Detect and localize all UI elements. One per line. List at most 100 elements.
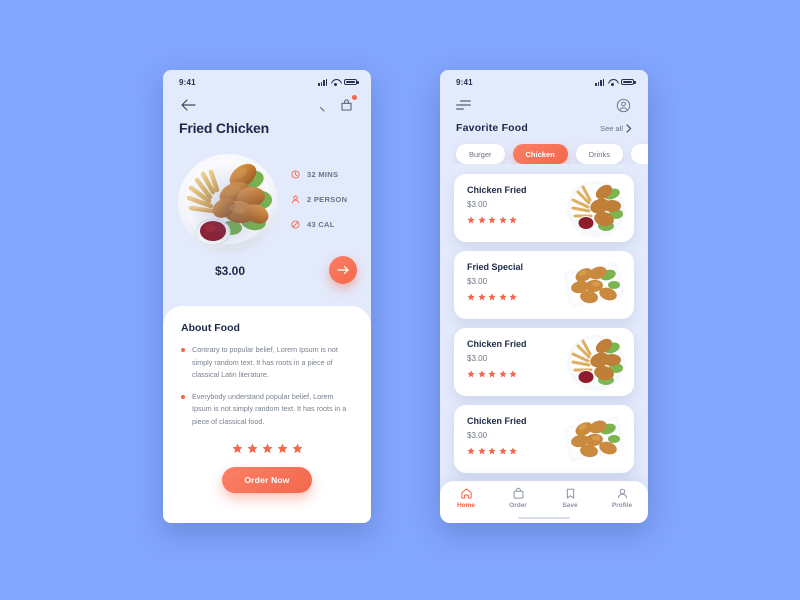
star-icon — [509, 216, 517, 224]
metric-person-label: 2 PERSON — [307, 195, 348, 204]
back-arrow-icon[interactable] — [179, 96, 197, 114]
chip-burger[interactable]: Burger — [456, 144, 505, 164]
nav-label-profile: Profile — [611, 502, 633, 509]
food-card[interactable]: Chicken Fried $3.00 — [454, 328, 634, 396]
star-icon — [232, 443, 242, 453]
star-icon — [247, 443, 257, 453]
wifi-icon — [331, 79, 340, 86]
food-thumbnail — [556, 407, 630, 471]
battery-icon — [621, 78, 636, 86]
page-title: Fried Chicken — [179, 120, 269, 136]
star-icon — [488, 370, 496, 378]
food-card[interactable]: Fried Special $3.00 — [454, 251, 634, 319]
star-icon — [467, 216, 475, 224]
status-time: 9:41 — [456, 77, 473, 87]
nav-label-save: Save — [562, 502, 578, 509]
home-icon — [460, 488, 472, 499]
star-icon — [488, 293, 496, 301]
detail-price-row: $3.00 — [163, 256, 371, 304]
metric-calorie: 43 CAL — [291, 220, 347, 229]
user-circle-icon[interactable] — [614, 96, 632, 114]
category-chips: Burger Chicken Drinks — [440, 134, 648, 164]
star-icon — [509, 293, 517, 301]
phone-detail-screen: 9:41 Fried Chicken 32 MINS 2 PERSON 43 C… — [163, 70, 371, 523]
order-now-button[interactable]: Order Now — [222, 466, 312, 493]
star-icon — [467, 447, 475, 455]
search-icon[interactable] — [309, 96, 327, 114]
nav-label-home: Home — [456, 502, 476, 509]
about-food-card: About Food Contrary to popular belief, L… — [163, 306, 371, 523]
about-bullet-text: Everybody understand popular belief, Lor… — [192, 391, 347, 426]
nav-label-order: Order — [509, 502, 527, 509]
bag-icon — [513, 487, 523, 499]
app-canvas: 9:41 Fried Chicken 32 MINS 2 PERSON 43 C… — [0, 0, 800, 600]
calorie-icon — [291, 220, 300, 229]
star-icon — [509, 370, 517, 378]
status-bar-detail: 9:41 — [163, 70, 371, 90]
about-bullet: Everybody understand popular belief, Lor… — [181, 391, 353, 429]
home-indicator — [518, 516, 570, 519]
food-thumbnail — [556, 330, 630, 394]
about-food-heading: About Food — [181, 322, 240, 334]
nav-item-order[interactable]: Order — [498, 487, 538, 509]
about-bullet-text: Contrary to popular belief, Lorem Ipsum … — [192, 345, 338, 380]
nav-item-profile[interactable]: Profile — [602, 487, 642, 509]
bullet-dot-icon — [181, 394, 185, 399]
food-thumbnail — [556, 176, 630, 240]
detail-hero: 32 MINS 2 PERSON 43 CAL — [163, 142, 371, 260]
food-metrics: 32 MINS 2 PERSON 43 CAL — [291, 170, 347, 229]
metric-person: 2 PERSON — [291, 195, 347, 204]
rating-stars — [181, 443, 353, 454]
list-navbar — [440, 90, 648, 114]
detail-navbar-actions — [309, 95, 357, 114]
plate-shadow — [181, 160, 277, 252]
star-icon — [488, 447, 496, 455]
star-icon — [277, 443, 287, 453]
star-icon — [498, 216, 507, 224]
section-title: Favorite Food — [456, 122, 529, 134]
star-icon — [477, 447, 486, 455]
star-icon — [467, 293, 475, 301]
metric-time: 32 MINS — [291, 170, 347, 179]
about-bullet: Contrary to popular belief, Lorem Ipsum … — [181, 344, 353, 382]
see-all-link[interactable]: See all — [600, 124, 632, 133]
star-icon — [262, 443, 272, 453]
detail-navbar — [163, 90, 371, 114]
star-icon — [292, 443, 302, 453]
signal-icon — [595, 78, 604, 86]
food-card[interactable]: Chicken Fried $3.00 — [454, 405, 634, 473]
next-button[interactable] — [329, 256, 357, 284]
star-icon — [467, 370, 475, 378]
shopping-bag-icon[interactable] — [337, 95, 357, 114]
chip-drinks[interactable]: Drinks — [575, 144, 623, 164]
clock-icon — [291, 170, 300, 179]
star-icon — [498, 447, 507, 455]
status-icons — [595, 78, 636, 86]
nav-item-home[interactable]: Home — [446, 487, 486, 509]
food-hero-image — [169, 142, 287, 260]
bag-badge — [352, 95, 357, 100]
metric-calorie-label: 43 CAL — [307, 220, 335, 229]
star-icon — [509, 447, 517, 455]
nav-item-save[interactable]: Save — [550, 487, 590, 509]
food-card[interactable]: Chicken Fried $3.00 — [454, 174, 634, 242]
battery-icon — [344, 78, 359, 86]
bottom-navigation: Home Order Save Profile — [440, 481, 648, 523]
star-icon — [477, 216, 486, 224]
star-icon — [477, 370, 486, 378]
chip-chicken[interactable]: Chicken — [512, 144, 568, 164]
metric-time-label: 32 MINS — [307, 170, 339, 179]
star-icon — [498, 293, 507, 301]
food-card-list: Chicken Fried $3.00 Fried Special $3.00 … — [440, 164, 648, 473]
person-icon — [291, 195, 300, 204]
star-icon — [488, 216, 496, 224]
status-icons — [318, 78, 359, 86]
arrow-right-icon — [336, 266, 349, 274]
chip-partial[interactable] — [630, 144, 648, 164]
wifi-icon — [608, 79, 617, 86]
status-time: 9:41 — [179, 77, 196, 87]
list-header: Favorite Food See all — [440, 114, 648, 134]
bookmark-icon — [566, 488, 574, 499]
see-all-label: See all — [600, 124, 623, 133]
hamburger-menu-icon[interactable] — [456, 100, 471, 110]
